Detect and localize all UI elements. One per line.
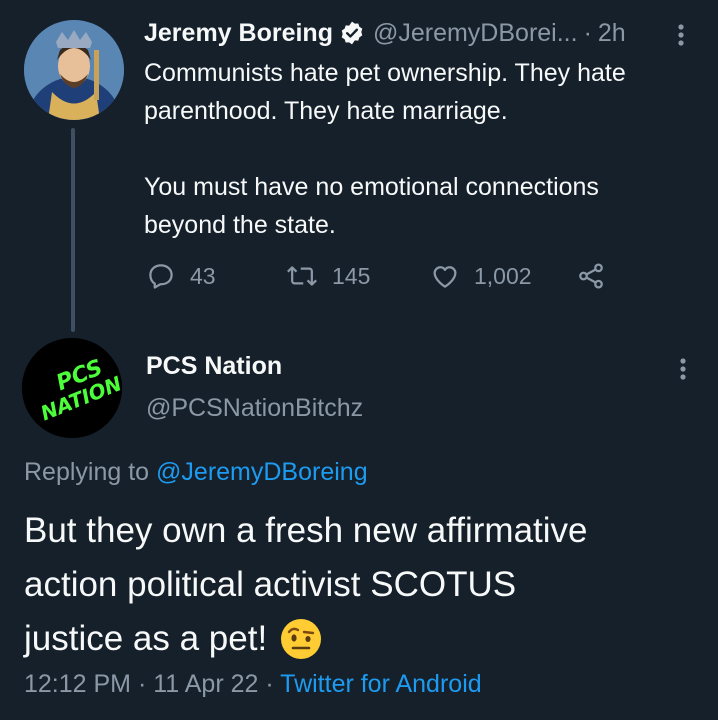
reply-text-line: justice as a pet! [24,619,268,658]
parent-handle[interactable]: @JeremyDBorei... [373,19,578,48]
replying-handle-link[interactable]: @JeremyDBoreing [156,458,368,486]
reply-handle[interactable]: @PCSNationBitchz [146,394,363,423]
share-button[interactable] [576,258,606,294]
replying-prefix: Replying to [24,458,157,486]
retweet-icon [286,261,318,291]
reply-text-line: But they own a fresh new affirmative [24,511,588,550]
parent-text-line: beyond the state. [144,211,336,239]
like-button[interactable]: 1,002 [430,258,532,294]
reply-icon [146,261,176,291]
retweet-button[interactable]: 145 [286,258,370,294]
parent-text-line: You must have no emotional connections [144,173,599,201]
raised-eyebrow-emoji-icon [279,617,323,661]
reply-display-name[interactable]: PCS Nation [146,352,282,381]
reply-text-last-line: justice as a pet! [24,612,323,666]
reply-text-line: action political activist SCOTUS [24,565,517,604]
like-count: 1,002 [474,262,532,289]
parent-display-name[interactable]: Jeremy Boreing [144,19,333,48]
avatar-illustration [24,20,124,120]
tweet-meta: 12:12 PM · 11 Apr 22 · Twitter for Andro… [24,670,482,699]
more-options-icon[interactable] [668,354,698,384]
more-options-icon[interactable] [666,20,696,50]
reply-count: 43 [190,262,216,289]
tweet-source-link[interactable]: Twitter for Android [280,670,481,698]
verified-badge-icon [339,20,365,46]
parent-text-line: Communists hate pet ownership. They hate [144,59,626,87]
parent-avatar[interactable] [24,20,124,120]
tweet-timestamp[interactable]: 12:12 PM · 11 Apr 22 · [24,670,280,698]
reply-button[interactable]: 43 [146,258,216,294]
pcs-nation-logo: PCS NATION [22,338,122,438]
thread-line [71,128,75,332]
parent-header: Jeremy Boreing @JeremyDBorei... · 2h [144,16,626,50]
parent-text-line: parenthood. They hate marriage. [144,97,508,125]
retweet-count: 145 [332,262,371,289]
reply-avatar[interactable]: PCS NATION [22,338,122,438]
replying-to: Replying to @JeremyDBoreing [24,458,368,487]
like-icon [430,261,460,291]
separator-dot: · [583,18,592,47]
share-icon [576,261,606,291]
parent-timestamp[interactable]: 2h [598,19,626,48]
